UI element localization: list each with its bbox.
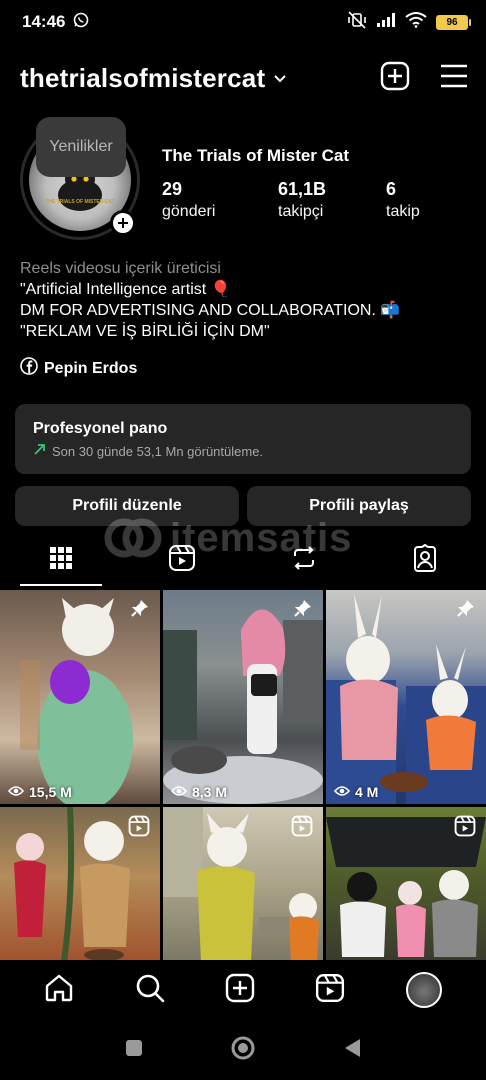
chevron-down-icon[interactable]	[273, 71, 287, 89]
signal-icon	[376, 12, 396, 33]
profile-bio: Reels videosu içerik üreticisi "Artifici…	[20, 258, 470, 342]
menu-icon[interactable]	[440, 64, 468, 93]
mute-vibrate-icon	[347, 10, 367, 34]
bottom-navigation	[0, 960, 486, 1020]
bio-line: "Artificial Intelligence artist 🎈	[20, 281, 231, 298]
following-label: takip	[386, 203, 420, 220]
posts-label: gönderi	[162, 203, 216, 220]
battery-icon: 96	[436, 14, 471, 30]
avatar-logo-text: THE TRIALS OF MISTER CAT	[45, 199, 115, 205]
pro-dashboard-subtitle: Son 30 günde 53,1 Mn görüntüleme.	[52, 443, 264, 459]
grid-icon	[49, 546, 73, 575]
trend-up-icon	[33, 443, 46, 459]
home-icon[interactable]	[44, 973, 74, 1008]
reels-icon	[168, 544, 196, 577]
system-navigation	[0, 1020, 486, 1080]
post-views: 8,3 M	[170, 784, 228, 800]
tab-tagged[interactable]	[365, 534, 486, 586]
home-button-icon[interactable]	[230, 1035, 256, 1066]
grid-post[interactable]: 4 M	[326, 590, 486, 804]
wifi-icon	[405, 11, 427, 33]
create-post-icon[interactable]	[225, 973, 255, 1008]
username[interactable]: thetrialsofmistercat	[20, 63, 265, 94]
add-square-icon[interactable]	[380, 61, 410, 96]
tab-reels[interactable]	[122, 534, 244, 586]
profile-nav-avatar[interactable]	[405, 972, 442, 1008]
share-profile-button[interactable]: Profili paylaş	[247, 486, 471, 526]
tagged-icon	[411, 543, 439, 577]
post-view-count: 4 M	[355, 784, 379, 800]
facebook-link-label: Pepin Erdos	[44, 359, 138, 377]
profile-action-buttons: Profili düzenle Profili paylaş	[15, 486, 471, 526]
eye-icon	[7, 784, 25, 800]
grid-post[interactable]	[0, 807, 160, 962]
status-time: 14:46	[22, 12, 66, 31]
posts-count: 29	[162, 179, 183, 199]
reels-nav-icon[interactable]	[315, 973, 345, 1008]
recent-apps-icon[interactable]	[124, 1038, 144, 1063]
edit-profile-button[interactable]: Profili düzenle	[15, 486, 239, 526]
post-views: 4 M	[333, 784, 379, 800]
tab-posts-grid[interactable]	[0, 534, 122, 586]
grid-post[interactable]: 15,5 M	[0, 590, 160, 804]
followers-label: takipçi	[278, 203, 324, 220]
followers-count: 61,1B	[278, 179, 327, 199]
whats-new-tooltip[interactable]: Yenilikler	[36, 117, 126, 177]
whatsapp-icon	[73, 12, 89, 33]
facebook-icon	[20, 357, 38, 380]
tab-reposts[interactable]	[243, 534, 365, 586]
reel-badge-icon	[128, 815, 150, 842]
pin-icon	[130, 598, 150, 623]
posts-grid: 15,5 M 8,3 M 4 M	[0, 590, 486, 962]
eye-icon	[170, 784, 188, 800]
facebook-link[interactable]: Pepin Erdos	[20, 357, 137, 380]
post-view-count: 8,3 M	[192, 784, 228, 800]
search-icon[interactable]	[135, 973, 165, 1008]
stat-followers[interactable]: 61,1B takipçi	[278, 178, 394, 224]
display-name: The Trials of Mister Cat	[162, 146, 350, 165]
pro-dashboard-title: Profesyonel pano	[33, 420, 168, 437]
pin-icon	[456, 598, 476, 623]
bio-line: DM FOR ADVERTISING AND COLLABORATION. 📬	[20, 302, 401, 319]
reel-badge-icon	[454, 815, 476, 842]
post-views: 15,5 M	[7, 784, 72, 800]
post-view-count: 15,5 M	[29, 784, 72, 800]
grid-post[interactable]: 8,3 M	[163, 590, 323, 804]
reposts-icon	[291, 545, 317, 576]
grid-post[interactable]	[163, 807, 323, 962]
status-bar: 14:46 96	[0, 0, 486, 44]
pin-icon	[293, 598, 313, 623]
reel-badge-icon	[291, 815, 313, 842]
profile-header: thetrialsofmistercat	[20, 56, 468, 100]
following-count: 6	[386, 179, 397, 199]
eye-icon	[333, 784, 351, 800]
profile-tabs	[0, 534, 486, 586]
profile-stats: 29 gönderi 61,1B takipçi 6 takip	[162, 178, 466, 224]
stat-following[interactable]: 6 takip	[386, 178, 466, 224]
stat-posts[interactable]: 29 gönderi	[162, 178, 278, 224]
bio-line: "REKLAM VE İŞ BİRLİĞİ İÇİN DM"	[20, 323, 270, 340]
back-icon[interactable]	[342, 1037, 362, 1064]
grid-post[interactable]	[326, 807, 486, 962]
profile-category: Reels videosu içerik üreticisi	[20, 260, 221, 277]
professional-dashboard[interactable]: Profesyonel pano Son 30 günde 53,1 Mn gö…	[15, 404, 471, 474]
add-story-button[interactable]	[110, 210, 136, 236]
